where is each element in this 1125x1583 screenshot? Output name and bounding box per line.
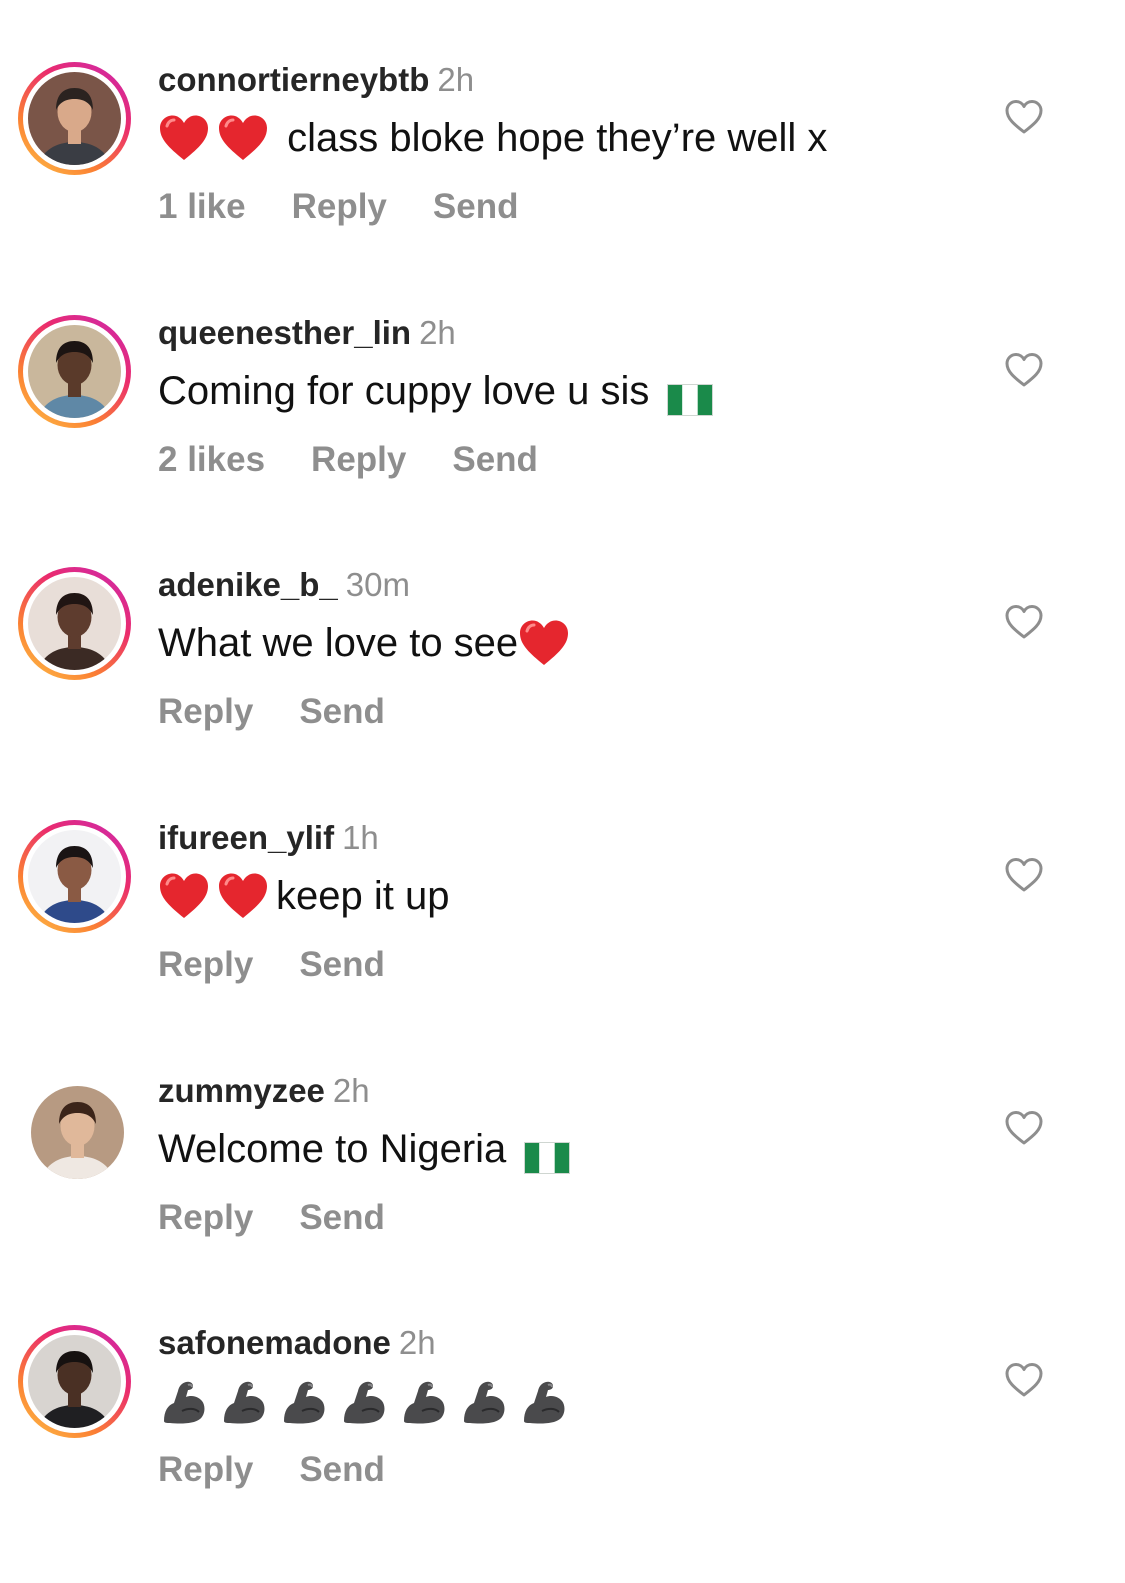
reply-button[interactable]: Reply [292,187,387,226]
comment-item: ifureen_ylif 1h keep it up Reply Send [0,758,1125,1008]
reply-button[interactable]: Reply [158,1198,253,1237]
red-heart-emoji [158,114,210,162]
comment-time: 2h [419,314,456,351]
heart-outline-icon[interactable] [1003,349,1045,391]
comment-text-segment: Coming for cuppy love u sis [158,369,650,413]
comment-text [158,1373,578,1429]
heart-outline-icon[interactable] [1003,1359,1045,1401]
comment-item: adenike_b_ 30m What we love to see Reply Sen… [0,505,1125,755]
reply-button[interactable]: Reply [158,945,253,984]
reply-button[interactable]: Reply [311,440,406,479]
red-heart-emoji [217,872,269,920]
red-heart-emoji [158,872,210,920]
username[interactable]: zummyzee [158,1072,325,1109]
heart-outline-icon[interactable] [1003,601,1045,643]
comment-text: What we love to see [158,615,577,671]
username[interactable]: connortierneybtb [158,61,429,98]
avatar-story-ring[interactable] [18,567,131,680]
avatar-frame [23,572,126,675]
heart-outline-icon[interactable] [1003,1107,1045,1149]
avatar-story-ring[interactable] [18,820,131,933]
red-heart-emoji [217,114,269,162]
comment-header: ifureen_ylif 1h [158,816,379,860]
comment-time: 1h [342,819,379,856]
flexed-biceps-emoji [218,1375,270,1427]
comment-text-segment: keep it up [276,874,450,918]
like-count-link[interactable]: 1 like [158,187,246,226]
avatar[interactable] [28,577,121,670]
send-button[interactable]: Send [299,945,385,984]
send-button[interactable]: Send [299,1198,385,1237]
send-button[interactable]: Send [299,692,385,731]
avatar[interactable] [28,325,121,418]
send-button[interactable]: Send [452,440,538,479]
comment-time: 2h [398,1324,436,1361]
username[interactable]: ifureen_ylif [158,819,334,856]
comment-text: keep it up [158,868,449,924]
username[interactable]: queenesther_lin [158,314,411,351]
avatar-story-ring[interactable] [18,1073,131,1186]
avatar[interactable] [28,1335,121,1428]
comment-actions: Reply Send [158,689,431,735]
comment-item: queenesther_lin 2h Coming for cuppy love u… [0,253,1125,503]
comment-header: adenike_b_ 30m [158,563,410,607]
comment-header: zummyzee 2h [158,1069,370,1113]
heart-outline-icon[interactable] [1003,854,1045,896]
reply-button[interactable]: Reply [158,692,253,731]
username[interactable]: safonemadone [158,1324,391,1361]
comment-text-segment: What we love to see [158,621,519,665]
comment-header: safonemadone 2h [158,1321,436,1365]
red-heart-emoji [518,619,570,667]
send-button[interactable]: Send [433,187,519,226]
avatar[interactable] [28,72,121,165]
comment-actions: Reply Send [158,942,431,988]
comment-text-segment: class bloke hope they’re well x [276,116,828,160]
comment-text: class bloke hope they’re well x [158,110,827,166]
nigeria-flag-emoji [524,1133,571,1174]
flexed-biceps-emoji [398,1375,450,1427]
avatar-frame [31,1086,124,1179]
flexed-biceps-emoji [458,1375,510,1427]
comment-time: 30m [345,566,410,603]
avatar[interactable] [28,830,121,923]
flexed-biceps-emoji [338,1375,390,1427]
avatar-story-ring[interactable] [18,315,131,428]
comment-actions: Reply Send [158,1195,431,1241]
avatar-frame [23,67,126,170]
nigeria-flag-emoji [667,375,714,416]
comment-actions: Reply Send [158,1447,431,1493]
flexed-biceps-emoji [518,1375,570,1427]
comment-text: Coming for cuppy love u sis [158,363,717,419]
avatar-frame [23,1330,126,1433]
reply-button[interactable]: Reply [158,1450,253,1489]
avatar-story-ring[interactable] [18,1325,131,1438]
heart-outline-icon[interactable] [1003,96,1045,138]
comment-time: 2h [437,61,475,98]
avatar[interactable] [31,1086,124,1179]
comment-header: queenesther_lin 2h [158,311,456,355]
avatar-story-ring[interactable] [18,62,131,175]
flexed-biceps-emoji [158,1375,210,1427]
comment-actions: 1 like Reply Send [158,184,564,230]
comment-header: connortierneybtb 2h [158,58,474,102]
comment-text: Welcome to Nigeria [158,1121,574,1177]
avatar-frame [23,320,126,423]
comment-time: 2h [332,1072,370,1109]
like-count-link[interactable]: 2 likes [158,440,265,479]
avatar-frame [23,825,126,928]
flexed-biceps-emoji [278,1375,330,1427]
comment-item: safonemadone 2h Reply Send [0,1263,1125,1513]
comment-item: connortierneybtb 2h class bloke hope they… [0,0,1125,250]
comment-actions: 2 likes Reply Send [158,437,584,483]
username[interactable]: adenike_b_ [158,566,338,603]
send-button[interactable]: Send [299,1450,385,1489]
comment-text-segment: Welcome to Nigeria [158,1127,507,1171]
comment-item: zummyzee 2h Welcome to Nigeria Reply Send [0,1011,1125,1261]
